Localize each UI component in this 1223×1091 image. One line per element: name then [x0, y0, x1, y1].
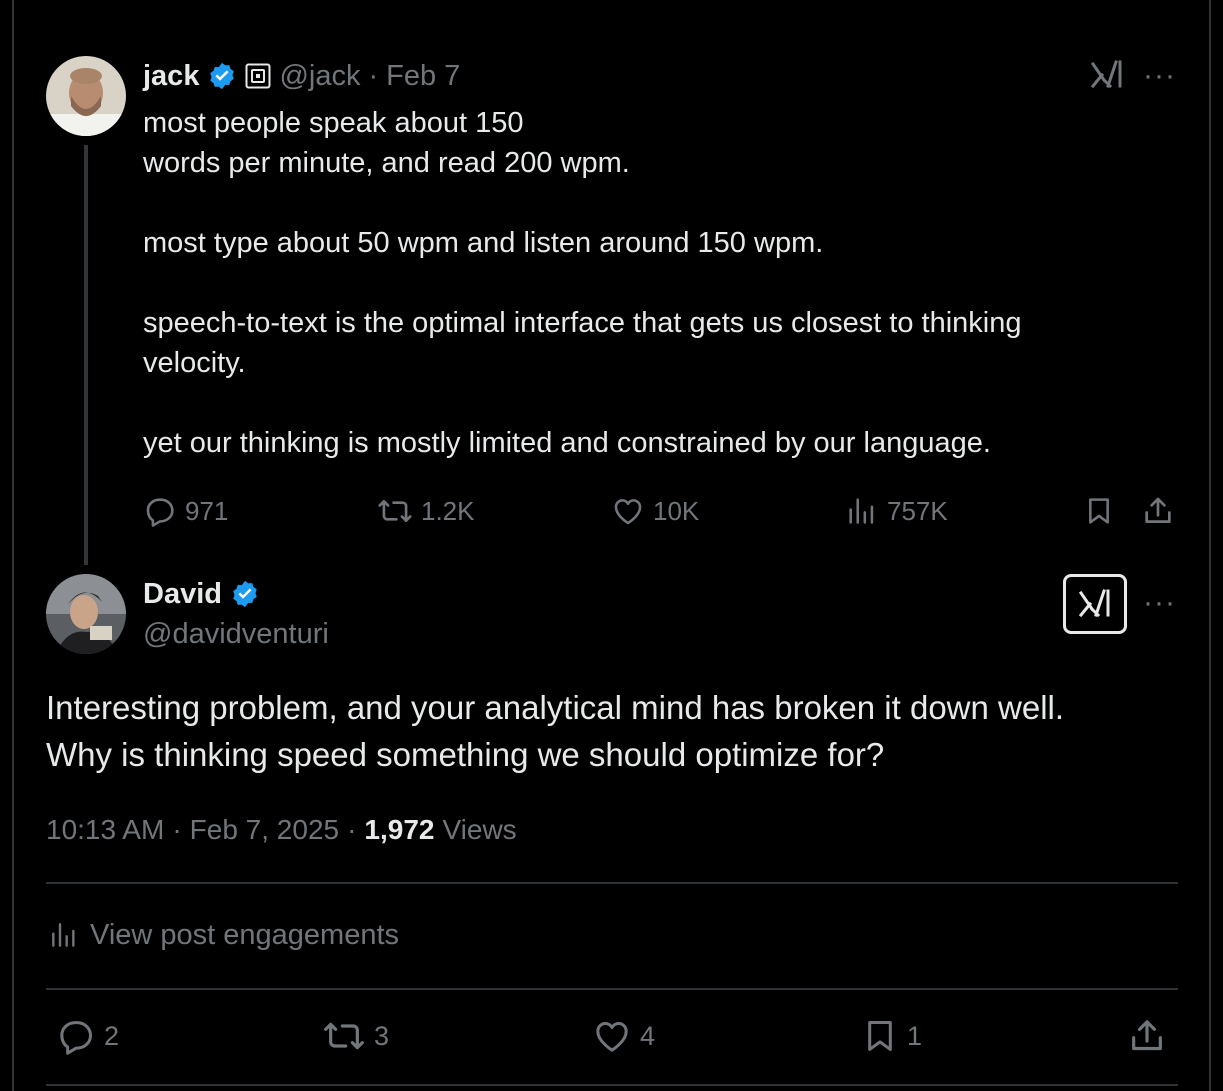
separator: ·: [347, 814, 357, 845]
grok-icon[interactable]: [1090, 58, 1124, 97]
author-handle[interactable]: @davidventuri: [143, 614, 329, 654]
reply-count: 971: [185, 495, 229, 526]
like-button[interactable]: 10K: [611, 494, 699, 528]
tweet-text: most people speak about 150 words per mi…: [143, 107, 1022, 459]
repost-icon: [377, 494, 413, 528]
views-count: 1,972: [364, 814, 435, 845]
author-handle[interactable]: @jack: [279, 60, 360, 93]
bookmark-button[interactable]: [1083, 494, 1115, 528]
like-count: 10K: [653, 495, 700, 526]
reply-button[interactable]: 2: [56, 1016, 119, 1056]
reply-text: Interesting problem, and your analytical…: [46, 689, 1065, 773]
avatar-jack[interactable]: [46, 56, 126, 136]
views-chart-icon: [845, 494, 879, 528]
bookmark-button[interactable]: 1: [861, 1016, 922, 1056]
views-button[interactable]: 757K: [845, 494, 948, 528]
tweet-header: jack @jack · Feb 7: [143, 56, 468, 96]
share-button[interactable]: [1141, 494, 1175, 528]
avatar-david[interactable]: [46, 574, 126, 654]
views-count: 757K: [887, 495, 948, 526]
separator: ·: [172, 814, 182, 845]
bookmark-count: 1: [907, 1020, 923, 1051]
more-options-button[interactable]: ···: [1143, 61, 1176, 91]
view-engagements-label: View post engagements: [90, 918, 400, 951]
divider: [46, 882, 1178, 884]
reply-count: 2: [104, 1020, 120, 1051]
verified-badge-icon: [230, 579, 260, 609]
more-options-button[interactable]: ···: [1143, 588, 1176, 618]
share-icon: [1127, 1016, 1167, 1056]
repost-icon: [322, 1016, 366, 1056]
like-button[interactable]: 4: [592, 1016, 655, 1056]
heart-icon: [592, 1016, 632, 1056]
bookmark-icon: [861, 1016, 899, 1056]
tweet-date[interactable]: Feb 7, 2025: [190, 814, 339, 846]
like-count: 4: [640, 1020, 656, 1051]
author-name[interactable]: David: [143, 578, 222, 611]
grok-icon[interactable]: [1063, 574, 1127, 634]
views-chart-icon: [48, 919, 80, 951]
divider: [46, 988, 1178, 990]
repost-count: 1.2K: [421, 495, 475, 526]
reply-icon: [56, 1016, 96, 1056]
heart-icon: [611, 494, 645, 528]
reply-button[interactable]: 971: [143, 494, 228, 528]
views-label: Views: [442, 814, 517, 845]
share-icon: [1141, 494, 1175, 528]
repost-count: 3: [374, 1020, 390, 1051]
author-name[interactable]: jack: [143, 60, 199, 93]
square-affiliation-icon[interactable]: [245, 63, 271, 89]
reply-icon: [143, 494, 177, 528]
timeline-border-right: [1209, 0, 1211, 1091]
separator: ·: [368, 59, 379, 92]
tweet-time[interactable]: 10:13 AM: [46, 814, 164, 846]
tweet-meta: 10:13 AM · Feb 7, 2025 · 1,972 Views: [46, 810, 517, 850]
thread-connector: [84, 145, 88, 565]
reply-header: David: [143, 574, 260, 614]
divider: [46, 1084, 1178, 1086]
timeline-border-left: [12, 0, 14, 1091]
bookmark-icon: [1083, 494, 1115, 528]
view-engagements-link[interactable]: View post engagements: [48, 915, 399, 955]
repost-button[interactable]: 1.2K: [377, 494, 475, 528]
tweet-date[interactable]: Feb 7: [386, 60, 460, 93]
verified-badge-icon: [207, 61, 237, 91]
repost-button[interactable]: 3: [322, 1016, 389, 1056]
share-button[interactable]: [1127, 1016, 1167, 1056]
